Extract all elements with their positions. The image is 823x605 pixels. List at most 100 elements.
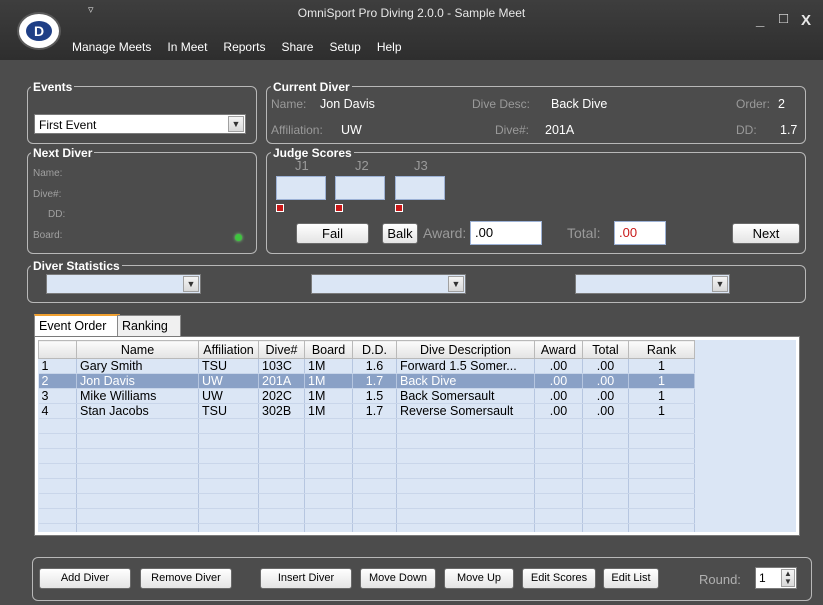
table-row[interactable] [38, 418, 695, 434]
event-order-table[interactable]: Name Affiliation Dive# Board D.D. Dive D… [34, 336, 800, 536]
menu-in-meet[interactable]: In Meet [159, 38, 215, 58]
row-index [38, 508, 77, 524]
balk-button[interactable]: Balk [382, 223, 418, 244]
next-button[interactable]: Next [732, 223, 800, 244]
judge-2-flag-icon [335, 204, 343, 212]
cell-award [534, 478, 583, 494]
menu-share[interactable]: Share [273, 38, 321, 58]
table-row[interactable] [38, 463, 695, 479]
cell-total: .00 [582, 403, 629, 419]
cell-dive [258, 433, 305, 449]
cell-board [304, 448, 353, 464]
cell-rank [628, 523, 695, 532]
window-title: OmniSport Pro Diving 2.0.0 - Sample Meet [297, 6, 526, 20]
menu-bar: Manage Meets In Meet Reports Share Setup… [64, 38, 410, 58]
stats-select-3[interactable]: ▼ [575, 274, 730, 294]
judge-2-score-input[interactable] [335, 176, 385, 200]
order-value: 2 [778, 97, 785, 111]
chevron-down-icon[interactable]: ▼ [712, 276, 728, 292]
menu-manage-meets[interactable]: Manage Meets [64, 38, 159, 58]
column-header-name[interactable]: Name [76, 340, 199, 359]
move-up-button[interactable]: Move Up [444, 568, 514, 589]
menu-reports[interactable]: Reports [215, 38, 273, 58]
column-header-board[interactable]: Board [304, 340, 353, 359]
add-diver-button[interactable]: Add Diver [39, 568, 131, 589]
minimize-button[interactable]: _ [756, 12, 764, 29]
column-header-award[interactable]: Award [534, 340, 583, 359]
cell-award [534, 433, 583, 449]
maximize-button[interactable]: □ [779, 10, 788, 27]
stats-select-1[interactable]: ▼ [46, 274, 201, 294]
total-value: .00 [614, 221, 666, 245]
cell-board: 1M [304, 373, 353, 389]
table-row[interactable] [38, 508, 695, 524]
chevron-down-icon[interactable]: ▼ [183, 276, 199, 292]
current-name-label: Name: [271, 97, 307, 111]
tab-event-order[interactable]: Event Order [34, 314, 120, 338]
cell-name: Gary Smith [76, 358, 199, 374]
row-index [38, 418, 77, 434]
cell-award: .00 [534, 358, 583, 374]
column-header-description[interactable]: Dive Description [396, 340, 535, 359]
cell-name: Stan Jacobs [76, 403, 199, 419]
order-label: Order: [736, 97, 771, 111]
table-row[interactable] [38, 478, 695, 494]
column-header-rank[interactable]: Rank [628, 340, 695, 359]
table-row[interactable] [38, 493, 695, 509]
move-down-button[interactable]: Move Down [360, 568, 436, 589]
insert-diver-button[interactable]: Insert Diver [260, 568, 352, 589]
cell-award [534, 523, 583, 532]
row-index [38, 463, 77, 479]
cell-description [396, 433, 535, 449]
cell-award [534, 418, 583, 434]
table-body: 1 Gary Smith TSU 103C 1M 1.6 Forward 1.5 Somer… [38, 358, 695, 532]
round-stepper[interactable]: 1 ▲ ▼ [755, 567, 797, 589]
column-header-affiliation[interactable]: Affiliation [198, 340, 259, 359]
event-select[interactable]: First Event ▼ [34, 114, 246, 134]
row-index: 4 [38, 403, 77, 419]
cell-description: Forward 1.5 Somer... [396, 358, 535, 374]
diver-table: Name Affiliation Dive# Board D.D. Dive D… [38, 340, 695, 532]
cell-total [582, 478, 629, 494]
tab-ranking[interactable]: Ranking [117, 315, 181, 337]
chevron-down-icon[interactable]: ▼ [448, 276, 464, 292]
table-row[interactable] [38, 448, 695, 464]
cell-affiliation: UW [198, 388, 259, 404]
table-row[interactable]: 1 Gary Smith TSU 103C 1M 1.6 Forward 1.5 Somer… [38, 358, 695, 374]
column-header-index[interactable] [38, 340, 77, 359]
judge-1-label: J1 [295, 158, 309, 173]
cell-board [304, 463, 353, 479]
cell-name: Jon Davis [76, 373, 199, 389]
table-row[interactable] [38, 523, 695, 532]
cell-rank [628, 433, 695, 449]
judge-1-score-input[interactable] [276, 176, 326, 200]
spin-arrows-icon[interactable]: ▲ ▼ [781, 569, 795, 587]
cell-dive: 103C [258, 358, 305, 374]
close-button[interactable]: X [801, 12, 811, 29]
edit-scores-button[interactable]: Edit Scores [522, 568, 596, 589]
cell-rank [628, 508, 695, 524]
column-header-total[interactable]: Total [582, 340, 629, 359]
cell-total: .00 [582, 388, 629, 404]
row-index [38, 478, 77, 494]
stats-select-2[interactable]: ▼ [311, 274, 466, 294]
table-row[interactable]: 3 Mike Williams UW 202C 1M 1.5 Back Somersault… [38, 388, 695, 404]
menu-setup[interactable]: Setup [321, 38, 368, 58]
chevron-down-icon[interactable]: ▼ [228, 116, 244, 132]
cell-rank: 1 [628, 358, 695, 374]
remove-diver-button[interactable]: Remove Diver [140, 568, 232, 589]
cell-description [396, 508, 535, 524]
table-row[interactable] [38, 433, 695, 449]
judge-3-score-input[interactable] [395, 176, 445, 200]
edit-list-button[interactable]: Edit List [603, 568, 659, 589]
table-row[interactable]: 4 Stan Jacobs TSU 302B 1M 1.7 Reverse Somersau… [38, 403, 695, 419]
table-row[interactable]: 2 Jon Davis UW 201A 1M 1.7 Back Dive .00.00 1 [38, 373, 695, 389]
column-header-dd[interactable]: D.D. [352, 340, 397, 359]
next-board-label: Board: [33, 230, 63, 241]
cell-rank [628, 448, 695, 464]
cell-board [304, 478, 353, 494]
cell-rank: 1 [628, 388, 695, 404]
column-header-dive[interactable]: Dive# [258, 340, 305, 359]
menu-help[interactable]: Help [369, 38, 410, 58]
fail-button[interactable]: Fail [296, 223, 369, 244]
